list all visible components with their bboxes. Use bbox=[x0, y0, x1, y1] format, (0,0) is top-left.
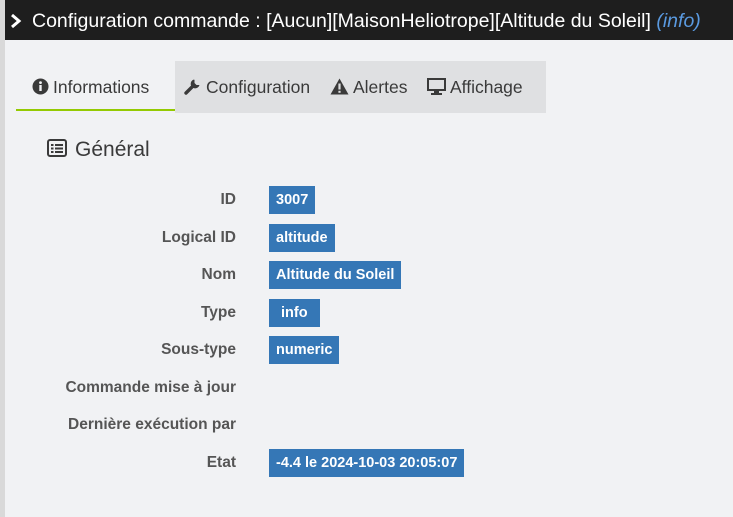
dialog-title-bar[interactable]: Configuration commande : [Aucun][MaisonH… bbox=[5, 0, 733, 40]
tab-configuration[interactable]: Configuration bbox=[175, 61, 318, 113]
field-label: Nom bbox=[201, 266, 236, 283]
field-row-logical-id: Logical ID altitude bbox=[5, 224, 733, 252]
desktop-icon bbox=[427, 77, 446, 95]
field-label: Type bbox=[200, 304, 236, 321]
field-label: Logical ID bbox=[161, 229, 236, 246]
field-value-badge: Altitude du Soleil bbox=[269, 261, 402, 289]
field-value-badge: -4.4 le 2024-10-03 20:05:07 bbox=[269, 449, 465, 477]
field-row-commande-mise-a-jour: Commande mise à jour bbox=[5, 374, 733, 402]
tab-alertes[interactable]: Alertes bbox=[318, 61, 424, 113]
section-title-text: Général bbox=[75, 138, 150, 161]
info-circle-icon bbox=[32, 78, 49, 95]
tab-informations[interactable]: Informations bbox=[16, 61, 175, 111]
dialog-subtype-label: (info) bbox=[656, 10, 701, 32]
field-value-badge: info bbox=[269, 299, 320, 327]
section-title-general: Général bbox=[47, 138, 150, 162]
field-value-badge: numeric bbox=[269, 336, 340, 364]
field-row-derniere-execution: Dernière exécution par bbox=[5, 411, 733, 439]
list-icon bbox=[47, 139, 67, 158]
field-label: Dernière exécution par bbox=[68, 416, 236, 433]
field-row-etat: Etat -4.4 le 2024-10-03 20:05:07 bbox=[5, 449, 733, 477]
chevron-right-icon[interactable] bbox=[9, 13, 23, 29]
field-row-nom: Nom Altitude du Soleil bbox=[5, 261, 733, 289]
tab-informations-label: Informations bbox=[53, 77, 150, 97]
field-label: ID bbox=[220, 191, 237, 208]
tab-alertes-label: Alertes bbox=[353, 77, 408, 97]
field-row-sous-type: Sous-type numeric bbox=[5, 336, 733, 364]
wrench-icon bbox=[184, 79, 200, 96]
field-row-type: Type info bbox=[5, 299, 733, 327]
field-label: Sous-type bbox=[161, 341, 236, 358]
tab-affichage[interactable]: Affichage bbox=[424, 61, 540, 113]
field-value-badge: altitude bbox=[269, 224, 335, 252]
field-label: Etat bbox=[206, 454, 236, 471]
dialog-title: Configuration commande : [Aucun][MaisonH… bbox=[32, 0, 701, 40]
dialog-title-text: Configuration commande : [Aucun][MaisonH… bbox=[32, 10, 651, 32]
tab-configuration-label: Configuration bbox=[206, 77, 311, 97]
warning-icon bbox=[330, 78, 349, 95]
field-row-id: ID 3007 bbox=[5, 186, 733, 214]
tab-affichage-label: Affichage bbox=[450, 77, 523, 97]
command-config-dialog: Configuration commande : [Aucun][MaisonH… bbox=[5, 0, 733, 517]
field-value-badge: 3007 bbox=[269, 186, 316, 214]
field-label: Commande mise à jour bbox=[65, 379, 236, 396]
